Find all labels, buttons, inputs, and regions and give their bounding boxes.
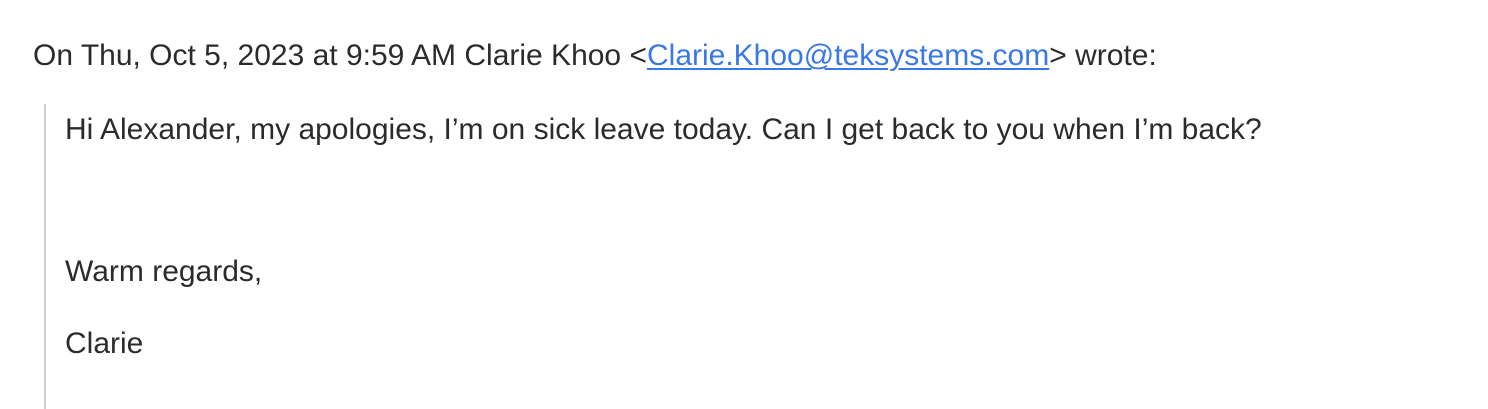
- quoted-message-body: Hi Alexander, my apologies, I’m on sick …: [65, 113, 1262, 146]
- quoted-message-closing: Warm regards,: [65, 255, 263, 288]
- sender-email-link[interactable]: Clarie.Khoo@teksystems.com: [647, 39, 1049, 72]
- attribution-suffix: > wrote:: [1049, 39, 1157, 72]
- attribution-prefix: On Thu, Oct 5, 2023 at 9:59 AM Clarie Kh…: [33, 39, 647, 72]
- quoted-message-block: Hi Alexander, my apologies, I’m on sick …: [44, 104, 1446, 409]
- quote-attribution-line: On Thu, Oct 5, 2023 at 9:59 AM Clarie Kh…: [33, 36, 1157, 76]
- quoted-message-signature: Clarie: [65, 327, 144, 360]
